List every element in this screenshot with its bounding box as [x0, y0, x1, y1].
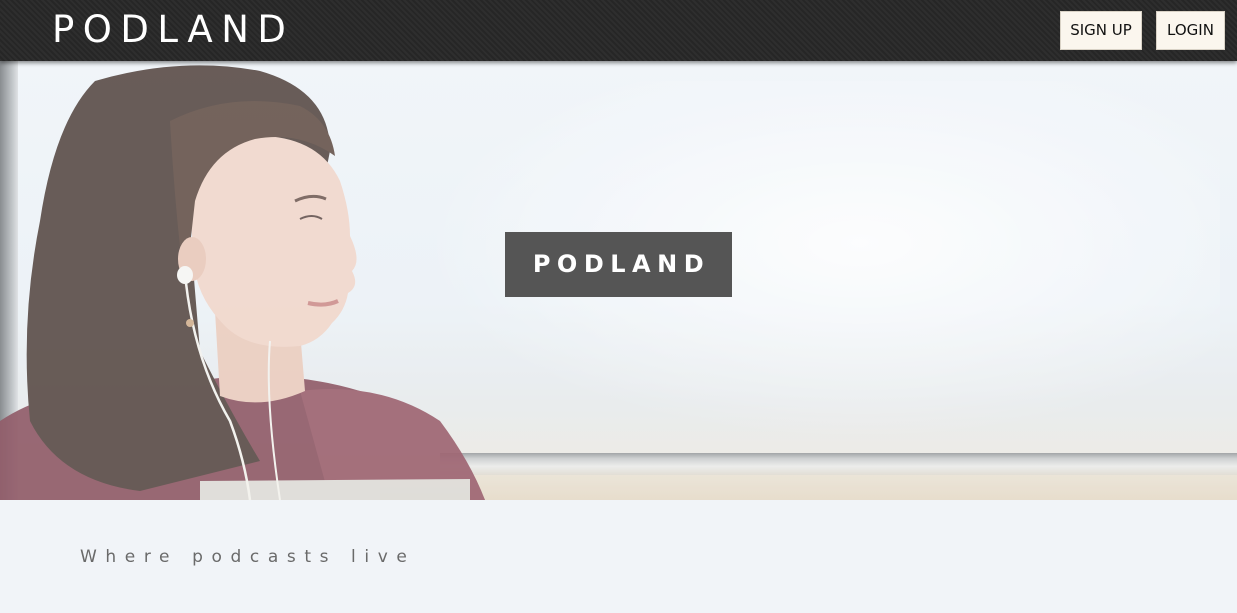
tagline-text: Where podcasts live — [80, 547, 416, 567]
brand-logo[interactable]: PODLAND — [52, 8, 294, 52]
tagline-section: Where podcasts live — [0, 500, 1237, 613]
hero-banner: PODLAND — [0, 61, 1237, 500]
top-navigation-bar: PODLAND SIGN UP LOGIN — [0, 0, 1237, 61]
hero-title: PODLAND — [505, 232, 732, 297]
login-button[interactable]: LOGIN — [1156, 11, 1225, 50]
sign-up-button[interactable]: SIGN UP — [1060, 11, 1142, 50]
